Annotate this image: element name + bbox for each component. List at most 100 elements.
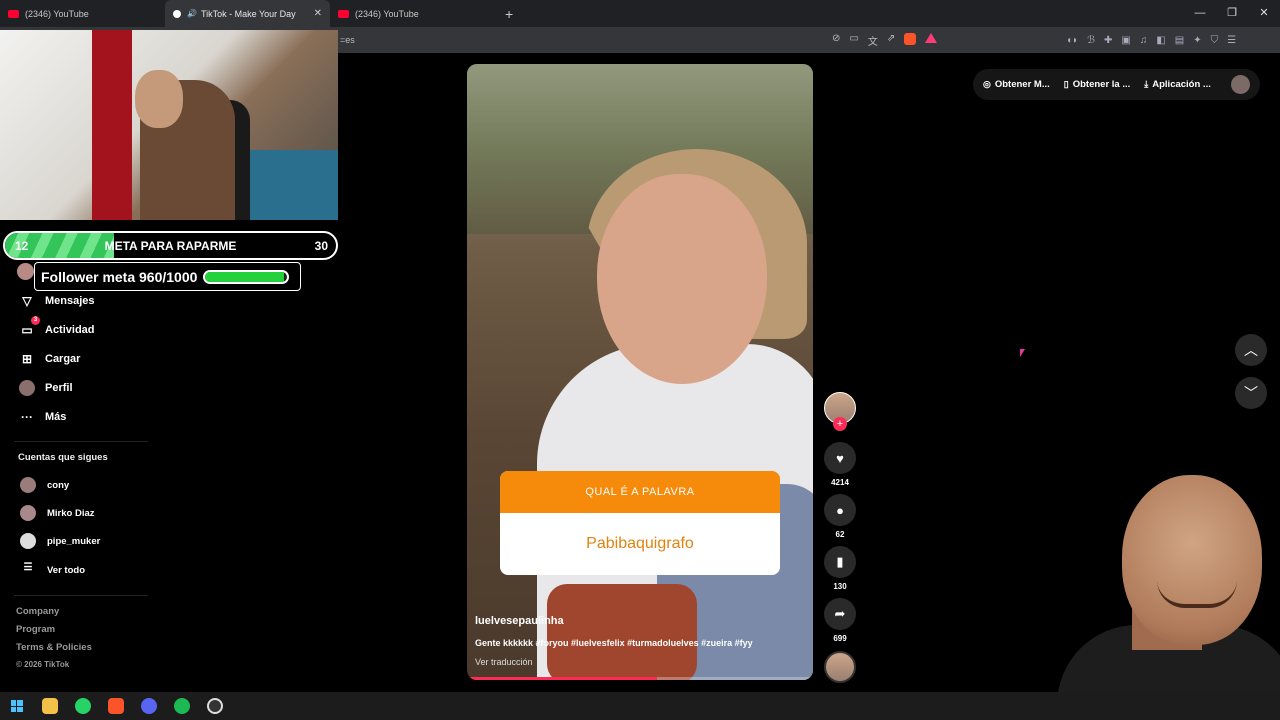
browser-tab-strip: (2346) YouTube 🔊 TikTok - Make Your Day … [0,0,1280,27]
video-username[interactable]: luelvesepaulinha [475,615,564,627]
sidebar-item-messages[interactable]: ▽ Mensajes [18,292,94,310]
previous-video-button[interactable]: ︿ [1235,334,1267,366]
see-translation-link[interactable]: Ver traducción [475,657,533,667]
footer-program-link[interactable]: Program [16,624,55,635]
music-disc-avatar[interactable] [824,651,856,683]
next-video-button[interactable]: ﹀ [1235,377,1267,409]
minimize-button[interactable]: — [1184,0,1216,27]
tab-tiktok[interactable]: 🔊 TikTok - Make Your Day ✕ [165,0,330,27]
comment-action[interactable]: ● 62 [824,494,856,539]
translate-icon[interactable]: 文 [868,33,878,48]
share-count: 699 [833,634,847,643]
video-pants [547,584,697,680]
tab-title: (2346) YouTube [25,8,89,19]
quiz-answer: Pabibaquigrafo [586,535,694,552]
sidebar-item-activity[interactable]: ▭ 3 Actividad [18,316,95,339]
desktop-app-button[interactable]: ⤓ Aplicación ... [1144,79,1211,90]
comment-count: 62 [835,530,845,539]
wallet-icon[interactable]: ▤ [1175,35,1184,46]
get-app-button[interactable]: ▯ Obtener la ... [1064,79,1131,90]
whatsapp-icon[interactable] [66,692,99,720]
tab-youtube-1[interactable]: (2346) YouTube [0,0,165,27]
youtube-icon [338,9,349,18]
meme-face [1122,475,1262,645]
follow-plus-button[interactable]: + [833,417,847,431]
video-caption: Gente kkkkkk #foryou #luelvesfelix #turm… [475,638,753,648]
extension-translate-icon[interactable]: ℬ [1087,35,1095,46]
brave-rewards-icon[interactable] [925,32,938,43]
video-progress-fill [467,677,658,680]
video-player[interactable]: QUAL É A PALAVRA Pabibaquigrafo luelvese… [467,64,813,680]
cast-icon[interactable]: ▭ [849,33,858,48]
heart-icon[interactable]: ♥ [824,442,856,474]
sidebar-item-more[interactable]: ··· Más [18,408,66,426]
youtube-icon [8,9,19,18]
close-tab-icon[interactable]: ✕ [314,8,322,19]
following-account[interactable]: Mirko Diaz [20,505,95,521]
url-text[interactable]: =es [340,35,355,45]
bookmark-icon[interactable]: ▮ [824,546,856,578]
follower-goal-label: Follower meta 960/1000 [41,268,198,285]
windows-start-button[interactable] [0,692,33,720]
sidebar-item-label: Cargar [45,353,81,365]
copyright: © 2026 TikTok [16,660,70,669]
get-coins-button[interactable]: ◎ Obtener M... [983,79,1050,90]
streamer-webcam [0,30,338,220]
screen: (2346) YouTube 🔊 TikTok - Make Your Day … [0,0,1280,720]
spotify-icon[interactable] [165,692,198,720]
brave-browser-icon[interactable] [99,692,132,720]
sidebar-item-upload[interactable]: ⊞ Cargar [18,350,81,368]
sidebar-item-label: Perfil [45,382,73,394]
extension-icons: ◖◗ ℬ ✚ ▣ ♫ ◧ ▤ ✦ ⛉ ☰ [1066,35,1236,46]
media-icon[interactable]: ♫ [1140,35,1148,46]
leo-ai-icon[interactable]: ✦ [1193,35,1201,46]
tab-youtube-2[interactable]: (2346) YouTube [330,0,495,27]
comment-icon[interactable]: ● [824,494,856,526]
close-window-button[interactable]: ✕ [1248,0,1280,27]
follower-goal: Follower meta 960/1000 [34,262,301,291]
footer-terms-link[interactable]: Terms & Policies [16,642,92,653]
video-progress-bar[interactable] [467,677,813,680]
share-arrow-icon[interactable]: ➦ [824,598,856,630]
follower-goal-fill [205,271,285,282]
restore-button[interactable]: ❐ [1216,0,1248,27]
tab-title: (2346) YouTube [355,8,419,19]
extension-sound-icon[interactable]: ◖◗ [1066,35,1078,46]
footer-company-link[interactable]: Company [16,606,59,617]
share-action[interactable]: ➦ 699 [824,598,856,643]
speaker-icon[interactable]: 🔊 [187,9,197,18]
vpn-icon[interactable]: ⛉ [1211,35,1219,46]
following-account[interactable]: cony [20,477,69,493]
sidebar-avatar-partial [17,263,34,280]
sidebar-divider [14,441,148,442]
brave-shields-icon[interactable] [904,32,917,45]
file-explorer-icon[interactable] [33,692,66,720]
save-action[interactable]: ▮ 130 [824,546,856,591]
new-tab-button[interactable]: + [505,6,513,22]
quiz-card: QUAL É A PALAVRA Pabibaquigrafo [500,471,780,575]
share-icon[interactable]: ⇗ [887,33,895,48]
like-action[interactable]: ♥ 4214 [824,442,856,487]
window-controls: — ❐ ✕ [1184,0,1280,27]
like-count: 4214 [831,478,849,487]
no-camera-icon[interactable]: ⊘ [832,33,840,48]
account-name: Mirko Diaz [47,507,95,519]
menu-icon[interactable]: ☰ [1227,35,1236,46]
top-right-actions: ◎ Obtener M... ▯ Obtener la ... ⤓ Aplicació… [973,69,1260,100]
screenshot-icon[interactable]: ▣ [1121,35,1130,46]
more-icon: ··· [21,410,33,424]
following-account[interactable]: pipe_muker [20,533,100,549]
quiz-question: QUAL É A PALAVRA [500,471,780,513]
mouse-cursor-icon [1020,349,1025,357]
obs-icon[interactable] [198,692,231,720]
sidebar-item-profile[interactable]: Perfil [18,379,73,397]
discord-icon[interactable] [132,692,165,720]
extensions-puzzle-icon[interactable]: ✚ [1104,35,1112,46]
sidebar-toggle-icon[interactable]: ◧ [1156,35,1165,46]
see-all-link[interactable]: ☰ Ver todo [20,562,86,578]
user-avatar[interactable] [1231,75,1250,94]
sidebar-item-label: Actividad [45,324,95,336]
windows-taskbar [0,692,1280,720]
desktop-app-label: Aplicación ... [1152,79,1211,90]
see-all-label: Ver todo [47,564,86,576]
